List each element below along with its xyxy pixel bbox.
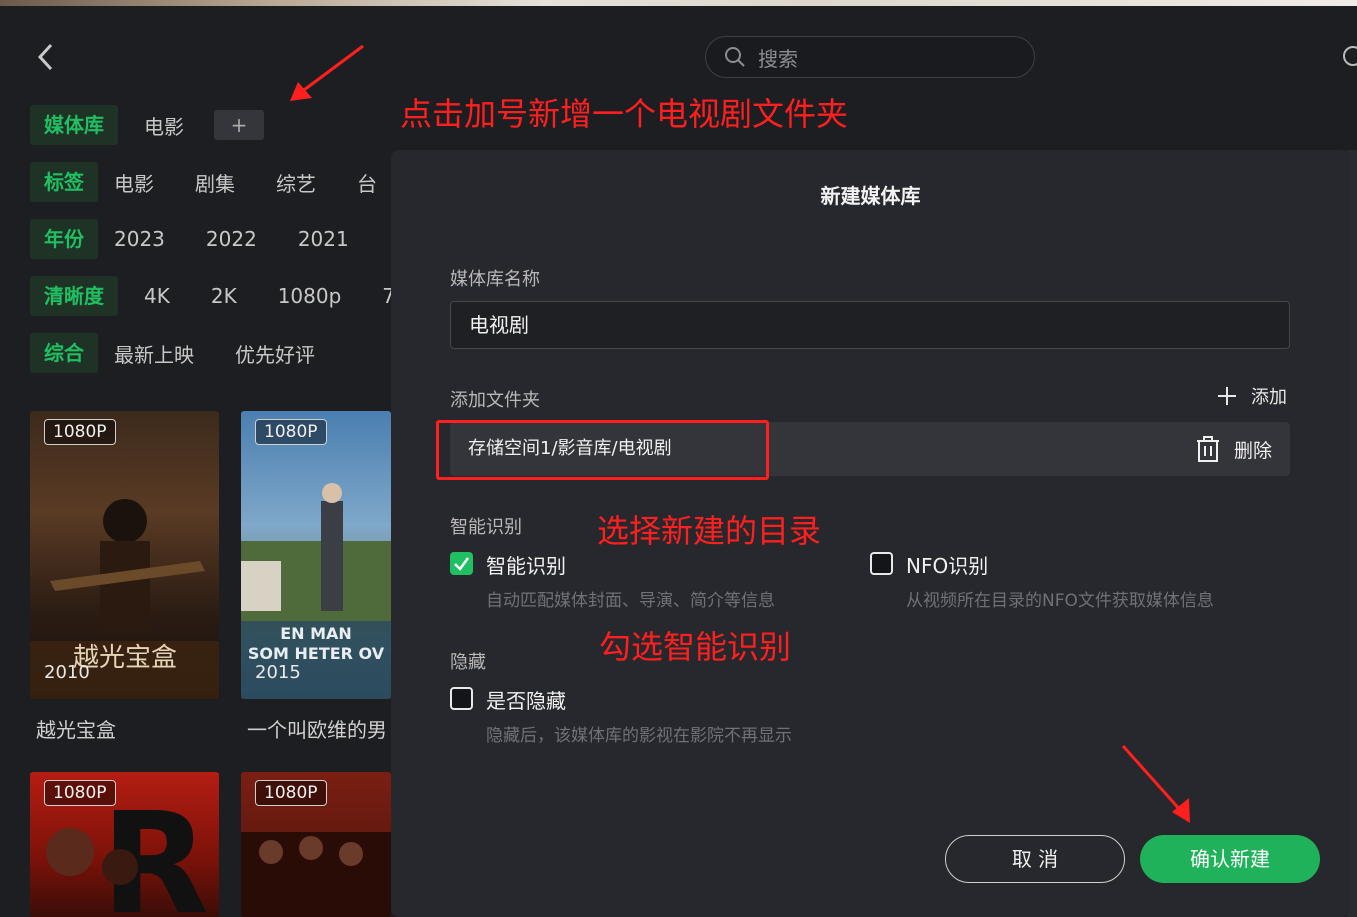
annotation-arrow-confirm <box>1121 745 1190 823</box>
